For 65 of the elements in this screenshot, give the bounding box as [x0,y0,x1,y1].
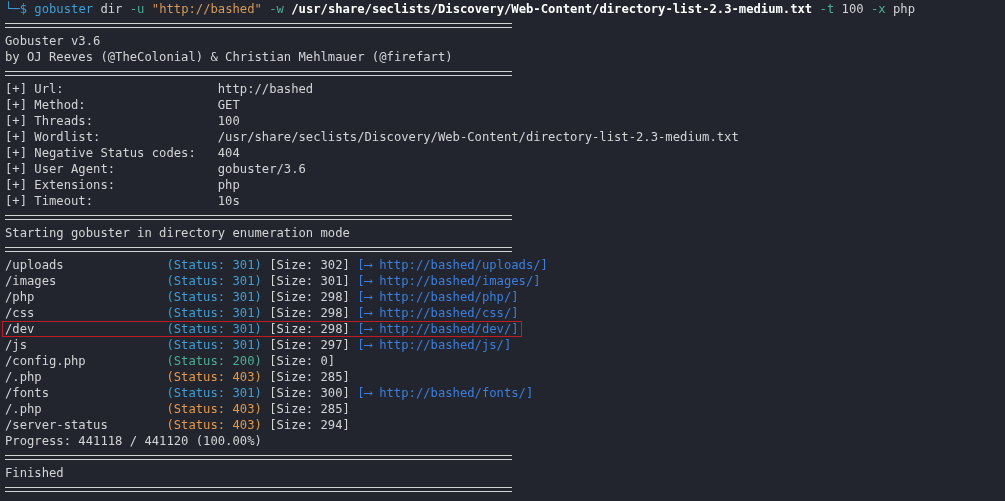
result-status: (Status: 301) [166,257,263,273]
result-path: /.php [5,401,43,417]
config-label: [+] Timeout: [5,193,95,209]
result-path: /images [5,273,58,289]
prompt-symbol: └─$ [5,2,27,16]
result-size: [Size: 302] [269,257,351,273]
result-size: [Size: 0] [269,353,337,369]
result-path: /server-status [5,417,109,433]
command-token: -w [269,2,284,16]
config-value: GET [217,98,240,112]
result-status: (Status: 403) [166,401,263,417]
result-path: /php [5,289,36,305]
result-path: /css [5,305,36,321]
config-label: [+] Url: [5,81,65,97]
result-path: /uploads [5,257,65,273]
config-label: [+] Method: [5,97,87,113]
result-size: [Size: 297] [269,337,351,353]
config-value: gobuster/3.6 [217,162,306,176]
config-value: 100 [217,114,240,128]
result-path: /.php [5,369,43,385]
result-size: [Size: 300] [269,385,351,401]
command-token: -x [870,2,886,16]
command-token: gobuster [34,2,94,16]
result-path: /js [5,337,28,353]
progress-text: Progress: 441118 / 441120 (100.00%) [5,433,263,449]
result-size: [Size: 285] [269,369,351,385]
command-token: php [892,2,915,16]
banner-text: by OJ Reeves (@TheColonial) & Christian Mehlmauer (@firefart) [5,49,454,65]
config-label: [+] Negative Status codes: [5,145,197,161]
command-token: 100 [841,2,864,16]
result-status: (Status: 301) [166,273,263,289]
result-status: (Status: 301) [166,305,263,321]
config-label: [+] Extensions: [5,177,117,193]
result-status: (Status: 403) [166,417,263,433]
result-size: [Size: 298] [269,289,351,305]
config-value: 404 [217,146,240,160]
config-value: 10s [217,194,240,208]
config-value: php [217,178,240,192]
command-token: -u [129,2,145,16]
result-status: (Status: 301) [166,321,263,337]
result-status: (Status: 403) [166,369,263,385]
result-size: [Size: 301] [269,273,351,289]
result-size: [Size: 294] [269,417,351,433]
result-size: [Size: 298] [269,305,351,321]
result-status: (Status: 200) [166,353,263,369]
config-label: [+] User Agent: [5,161,117,177]
command-token: /usr/share/seclists/Discovery/Web-Content/directory-list-2.3-medium.txt [291,2,813,16]
result-status: (Status: 301) [166,289,263,305]
config-value: /usr/share/seclists/Discovery/Web-Content/directory-list-2.3-medium.txt [217,130,739,144]
result-status: (Status: 301) [166,337,263,353]
config-label: [+] Wordlist: [5,129,102,145]
result-size: [Size: 285] [269,401,351,417]
status-message: Starting gobuster in directory enumeration mode [5,225,351,241]
status-message: Finished [5,465,65,481]
command-token: "http://bashed" [151,2,262,16]
result-path: /dev [5,321,36,337]
result-path: /config.php [5,353,87,369]
config-value: http://bashed [217,82,314,96]
result-size: [Size: 298] [269,321,351,337]
command-token: -t [819,2,835,16]
config-label: [+] Threads: [5,113,95,129]
banner-text: Gobuster v3.6 [5,33,102,49]
result-status: (Status: 301) [166,385,263,401]
result-path: /fonts [5,385,51,401]
command-token: dir [100,2,123,16]
